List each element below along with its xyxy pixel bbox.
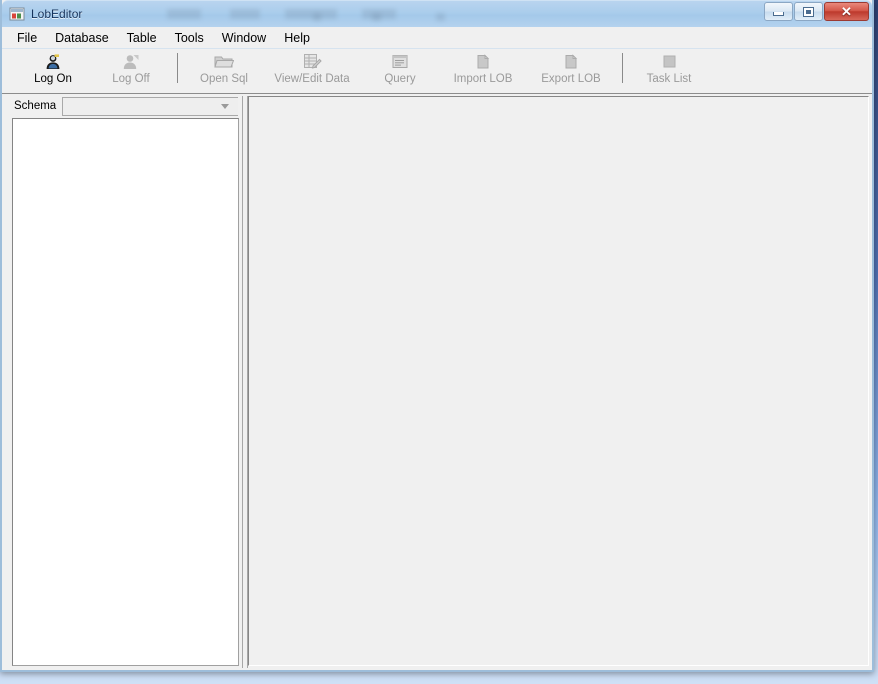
query-window-icon <box>389 52 411 72</box>
schema-row: Schema <box>4 96 242 116</box>
window-title: LobEditor <box>31 7 83 21</box>
menu-bar: File Database Table Tools Window Help <box>2 27 872 49</box>
grid-edit-icon <box>301 52 323 72</box>
import-file-icon <box>472 52 494 72</box>
menu-window[interactable]: Window <box>213 29 275 47</box>
menu-help[interactable]: Help <box>275 29 319 47</box>
toolbar-button-log-off[interactable]: Log Off <box>92 49 170 91</box>
maximize-button[interactable] <box>794 2 823 21</box>
toolbar-button-import-lob[interactable]: Import LOB <box>439 49 527 91</box>
schema-object-tree[interactable] <box>12 118 239 666</box>
menu-database[interactable]: Database <box>46 29 118 47</box>
menu-file[interactable]: File <box>8 29 46 47</box>
minimize-button[interactable] <box>764 2 793 21</box>
title-bar[interactable]: LobEditor ✕ <box>2 0 872 27</box>
menu-tools[interactable]: Tools <box>166 29 213 47</box>
toolbar-label-log-off: Log Off <box>112 73 150 85</box>
schema-panel: Schema <box>4 96 242 668</box>
toolbar-label-export-lob: Export LOB <box>541 73 601 85</box>
titlebar-background-bleed <box>2 1 872 27</box>
toolbar-button-open-sql[interactable]: Open Sql <box>185 49 263 91</box>
toolbar-button-view-edit-data[interactable]: View/Edit Data <box>263 49 361 91</box>
chevron-down-icon <box>221 103 229 109</box>
export-file-icon <box>560 52 582 72</box>
mdi-client-area[interactable] <box>248 96 869 666</box>
toolbar-button-query[interactable]: Query <box>361 49 439 91</box>
close-button[interactable]: ✕ <box>824 2 869 21</box>
user-head-icon <box>42 52 64 72</box>
toolbar-label-import-lob: Import LOB <box>453 73 513 85</box>
toolbar-button-log-on[interactable]: Log On <box>14 49 92 91</box>
window-controls: ✕ <box>763 2 869 21</box>
toolbar-separator-1 <box>177 53 178 83</box>
schema-select[interactable] <box>62 96 238 116</box>
close-icon: ✕ <box>841 4 852 19</box>
schema-label: Schema <box>14 100 57 112</box>
toolbar-label-task-list: Task List <box>646 73 692 85</box>
toolbar-label-query: Query <box>384 73 416 85</box>
client-area: Schema <box>2 94 872 670</box>
folder-open-icon <box>213 52 235 72</box>
restore-icon <box>803 6 814 17</box>
minimize-icon <box>773 11 784 16</box>
toolbar-separator-2 <box>622 53 623 83</box>
toolbar-button-task-list[interactable]: Task List <box>630 49 708 91</box>
task-list-icon <box>658 52 680 72</box>
toolbar: Log On Log Off Open Sql View/Edit Data Q… <box>2 49 872 94</box>
app-icon <box>9 6 25 22</box>
toolbar-label-open-sql: Open Sql <box>200 73 248 85</box>
menu-table[interactable]: Table <box>118 29 166 47</box>
user-exit-icon <box>120 52 142 72</box>
toolbar-label-log-on: Log On <box>34 73 72 85</box>
application-window: LobEditor ✕ File Database Table Tools Wi… <box>0 0 874 672</box>
toolbar-label-view-edit-data: View/Edit Data <box>274 73 350 85</box>
toolbar-button-export-lob[interactable]: Export LOB <box>527 49 615 91</box>
